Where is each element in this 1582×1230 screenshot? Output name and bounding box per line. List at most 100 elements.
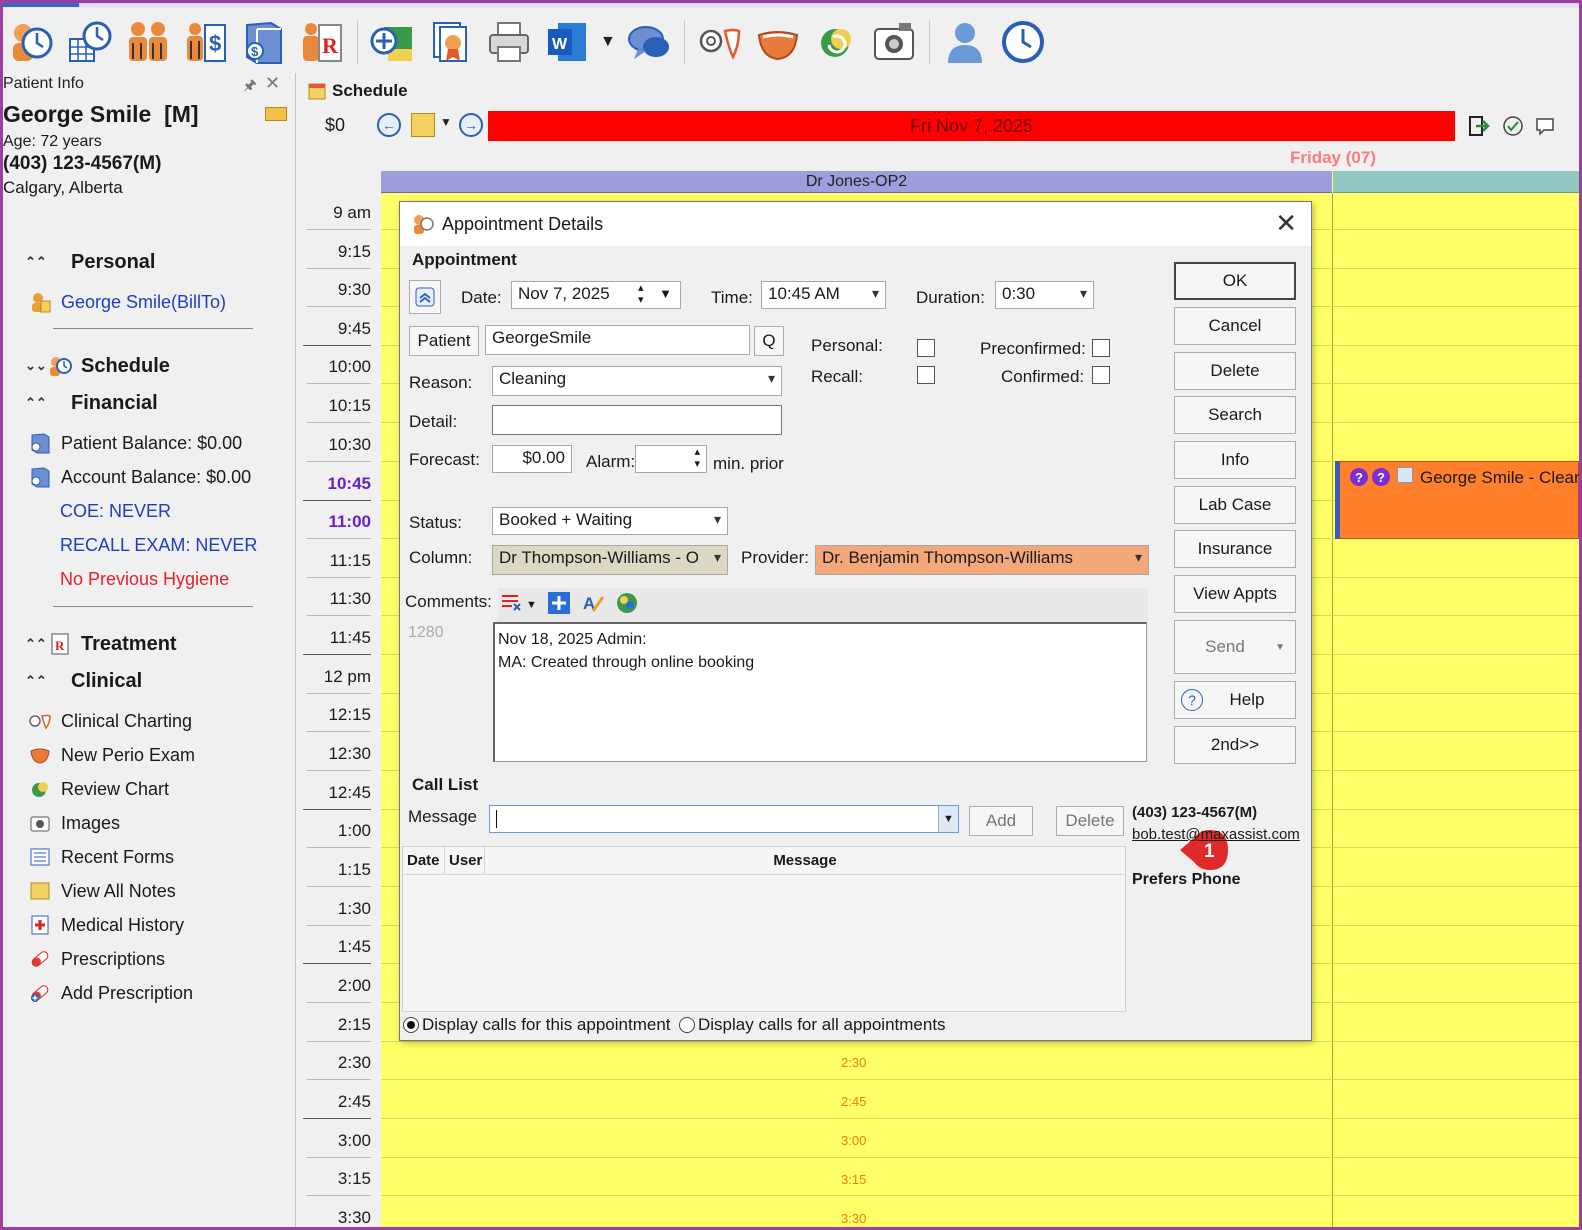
add-patient-icon[interactable]	[368, 17, 418, 67]
section-treatment[interactable]: ⌃⌃ R Treatment	[25, 631, 177, 657]
next-day-button[interactable]: →	[459, 113, 483, 137]
section-clinical[interactable]: ⌃⌃ Clinical	[25, 668, 142, 694]
view-appts-button[interactable]: View Appts	[1174, 575, 1296, 613]
collapse-up-icon[interactable]: ⌃⌃	[25, 254, 47, 270]
dialog-titlebar[interactable]: Appointment Details	[400, 202, 1311, 246]
mail-icon[interactable]	[265, 107, 287, 121]
second-page-button[interactable]: 2nd>>	[1174, 726, 1296, 764]
bill-to-link[interactable]: George Smile(BillTo)	[27, 289, 226, 315]
send-button[interactable]: Send ▼	[1174, 620, 1296, 674]
tab-schedule[interactable]: Schedule	[307, 77, 408, 105]
comments-textarea[interactable]: Nov 18, 2025 Admin: MA: Created through …	[493, 622, 1147, 762]
add-icon[interactable]	[547, 591, 571, 620]
billing-icon[interactable]: $	[181, 17, 231, 67]
time-select[interactable]: 10:45 AM	[761, 281, 886, 309]
word-dropdown-icon[interactable]: ▼	[600, 33, 616, 51]
radio-all-appointments[interactable]	[679, 1017, 695, 1033]
printer-icon[interactable]	[484, 17, 534, 67]
perio-icon[interactable]	[753, 17, 803, 67]
recall-exam-link[interactable]: RECALL EXAM: NEVER	[60, 532, 257, 558]
appointment-block[interactable]: ? ? George Smile - Cleaning	[1335, 461, 1579, 539]
alarm-input[interactable]: ▴ ▾	[635, 445, 707, 473]
contact-email[interactable]: bob.test@maxassist.com	[1132, 826, 1300, 843]
clock-icon[interactable]	[998, 17, 1048, 67]
account-balance-link[interactable]: Account Balance: $0.00	[27, 464, 251, 490]
chat-icon[interactable]	[624, 17, 674, 67]
add-prescription-link[interactable]: Add Prescription	[27, 980, 193, 1006]
exit-icon[interactable]	[1467, 113, 1491, 139]
insurance-button[interactable]: Insurance	[1174, 530, 1296, 568]
cancel-button[interactable]: Cancel	[1174, 307, 1296, 345]
patient-field[interactable]: GeorgeSmile	[485, 325, 750, 355]
forecast-input[interactable]: $0.00	[492, 445, 572, 473]
column-header-date[interactable]: Date	[403, 847, 445, 875]
schedule-date-bar[interactable]: Fri Nov 7, 2025	[488, 111, 1455, 141]
section-financial[interactable]: ⌃⌃ Financial	[25, 390, 158, 416]
teeth-icon[interactable]	[695, 17, 745, 67]
personal-checkbox[interactable]	[917, 339, 935, 357]
column-select[interactable]: Dr Thompson-Williams - O	[492, 545, 728, 575]
expand-down-icon[interactable]: ⌄⌄	[25, 358, 47, 374]
chevron-down-icon[interactable]: ▼	[526, 599, 537, 611]
user-icon[interactable]	[940, 17, 990, 67]
spin-icon[interactable]: ▴ ▾	[638, 282, 644, 306]
message-input[interactable]: ▼	[489, 805, 959, 833]
patient-search-button[interactable]: Q	[754, 326, 784, 356]
ok-button[interactable]: OK	[1174, 262, 1296, 300]
delete-call-button[interactable]: Delete	[1056, 806, 1124, 836]
new-perio-exam-link[interactable]: New Perio Exam	[27, 742, 195, 768]
review-chart-link[interactable]: Review Chart	[27, 776, 169, 802]
patient-clock-icon[interactable]	[7, 17, 57, 67]
view-all-notes-link[interactable]: View All Notes	[27, 878, 176, 904]
insert-text-icon[interactable]	[500, 592, 524, 619]
prescriptions-link[interactable]: Prescriptions	[27, 946, 165, 972]
family-icon[interactable]	[123, 17, 173, 67]
chevron-down-icon[interactable]: ▼	[938, 806, 958, 832]
column-header-user[interactable]: User	[445, 847, 485, 875]
close-icon[interactable]: ✕	[265, 73, 280, 94]
column-header-message[interactable]: Message	[485, 847, 1125, 875]
review-icon[interactable]	[811, 17, 861, 67]
section-schedule[interactable]: ⌄⌄ Schedule	[25, 353, 170, 379]
add-call-button[interactable]: Add	[969, 806, 1033, 836]
patient-button[interactable]: Patient	[409, 326, 479, 356]
radio-this-appointment[interactable]	[403, 1017, 419, 1033]
pin-icon[interactable]: 🖈	[243, 75, 257, 100]
collapse-up-icon[interactable]: ⌃⌃	[25, 636, 47, 652]
detail-input[interactable]	[492, 405, 782, 435]
prescription-icon[interactable]: R	[297, 17, 347, 67]
camera-icon[interactable]	[869, 17, 919, 67]
confirmed-checkbox[interactable]	[1092, 366, 1110, 384]
document-badge-icon[interactable]	[426, 17, 476, 67]
info-button[interactable]: Info	[1174, 441, 1296, 479]
images-link[interactable]: Images	[27, 810, 120, 836]
status-select[interactable]: Booked + Waiting	[492, 507, 728, 535]
provider-select[interactable]: Dr. Benjamin Thompson-Williams	[815, 545, 1149, 575]
calculator-clock-icon[interactable]	[65, 17, 115, 67]
section-personal[interactable]: ⌃⌃ Personal	[25, 249, 155, 275]
coe-link[interactable]: COE: NEVER	[60, 498, 171, 524]
column-header-next[interactable]	[1333, 171, 1579, 193]
confirm-check-icon[interactable]	[1501, 113, 1525, 139]
recent-forms-link[interactable]: Recent Forms	[27, 844, 174, 870]
column-header-dr-jones[interactable]: Dr Jones-OP2	[381, 171, 1332, 193]
recall-checkbox[interactable]	[917, 366, 935, 384]
collapse-up-icon[interactable]: ⌃⌃	[25, 395, 47, 411]
help-button[interactable]: ? Help	[1174, 681, 1296, 719]
medical-history-link[interactable]: Medical History	[27, 912, 184, 938]
chevron-down-icon[interactable]: ▼	[1275, 642, 1285, 653]
call-list-table[interactable]: Date User Message	[402, 846, 1126, 1012]
patient-balance-link[interactable]: Patient Balance: $0.00	[27, 430, 242, 456]
chevron-down-icon[interactable]: ▼	[659, 286, 672, 301]
color-picker-icon[interactable]	[615, 591, 639, 620]
previous-day-button[interactable]: ←	[377, 113, 401, 137]
duration-select[interactable]: 0:30	[995, 281, 1094, 309]
spin-icon[interactable]: ▴ ▾	[694, 446, 700, 470]
calendar-dropdown-icon[interactable]: ▼	[440, 115, 452, 129]
reason-select[interactable]: Cleaning	[492, 366, 782, 396]
delete-button[interactable]: Delete	[1174, 352, 1296, 390]
calendar-picker-icon[interactable]	[411, 113, 435, 137]
clinical-charting-link[interactable]: Clinical Charting	[27, 708, 192, 734]
preconfirmed-checkbox[interactable]	[1092, 339, 1110, 357]
word-icon[interactable]: W	[542, 17, 592, 67]
